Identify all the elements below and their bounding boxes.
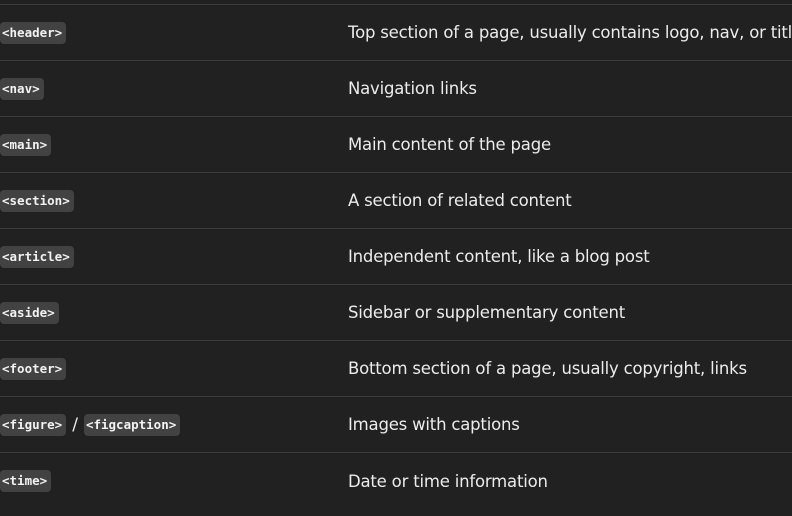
tag-cell: <article> xyxy=(0,229,74,284)
tag-description: Sidebar or supplementary content xyxy=(348,303,625,322)
tag-cell: <time> xyxy=(0,453,52,509)
tag-code-section: <section> xyxy=(0,189,74,212)
tag-cell: <main> xyxy=(0,117,52,172)
table-row-figure: <figure> / <figcaption> Images with capt… xyxy=(0,397,792,453)
tag-code-footer: <footer> xyxy=(0,357,67,380)
table-row-nav: <nav> Navigation links xyxy=(0,61,792,117)
semantic-tags-table: <header> Top section of a page, usually … xyxy=(0,5,792,509)
table-row-footer: <footer> Bottom section of a page, usual… xyxy=(0,341,792,397)
table-row-header: <header> Top section of a page, usually … xyxy=(0,5,792,61)
tag-cell: <section> xyxy=(0,173,74,228)
tag-code-aside: <aside> xyxy=(0,301,59,324)
tag-description: Main content of the page xyxy=(348,135,551,154)
tag-code-main: <main> xyxy=(0,133,52,156)
tag-code-article: <article> xyxy=(0,245,74,268)
tag-code-header: <header> xyxy=(0,21,67,44)
tag-description: Date or time information xyxy=(348,471,548,491)
table-row-aside: <aside> Sidebar or supplementary content xyxy=(0,285,792,341)
tag-cell: <header> xyxy=(0,5,67,60)
table-row-time: <time> Date or time information xyxy=(0,453,792,509)
tag-description: Independent content, like a blog post xyxy=(348,247,650,266)
tag-description: Navigation links xyxy=(348,79,477,98)
tag-cell: <aside> xyxy=(0,285,59,340)
table-row-main: <main> Main content of the page xyxy=(0,117,792,173)
tag-description: Images with captions xyxy=(348,415,520,434)
tag-cell: <figure> / <figcaption> xyxy=(0,397,181,452)
table-row-section: <section> A section of related content xyxy=(0,173,792,229)
tag-code-figcaption: <figcaption> xyxy=(83,413,181,436)
table-row-article: <article> Independent content, like a bl… xyxy=(0,229,792,285)
tag-cell: <nav> xyxy=(0,61,44,116)
tag-description: Top section of a page, usually contains … xyxy=(348,23,792,42)
tag-description: A section of related content xyxy=(348,191,572,210)
tag-description: Bottom section of a page, usually copyri… xyxy=(348,359,747,378)
tag-separator: / xyxy=(72,414,78,435)
tag-cell: <footer> xyxy=(0,341,67,396)
tag-code-time: <time> xyxy=(0,470,52,492)
tag-code-figure: <figure> xyxy=(0,413,67,436)
tag-code-nav: <nav> xyxy=(0,77,44,100)
